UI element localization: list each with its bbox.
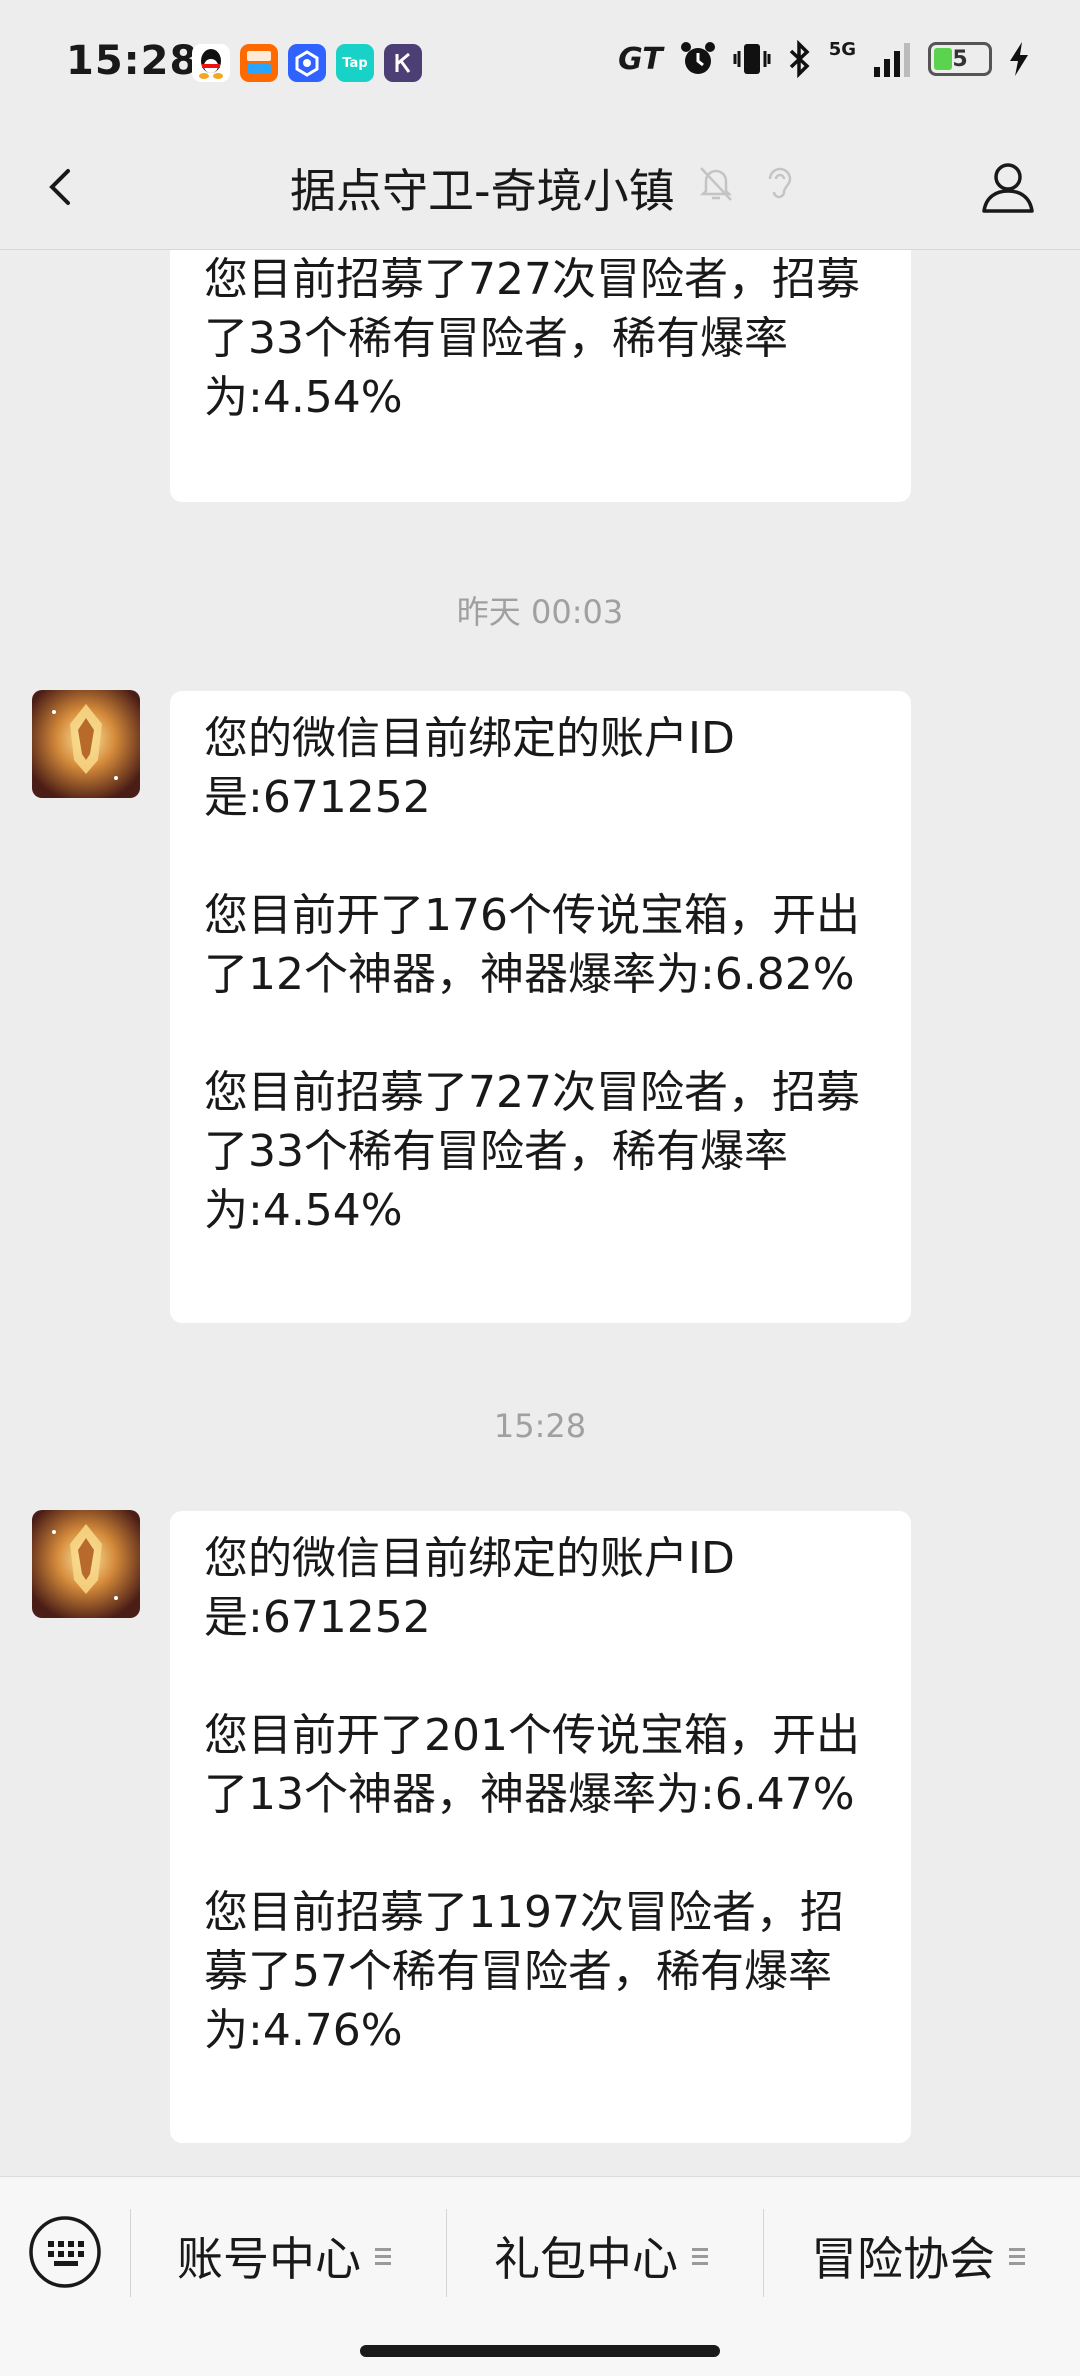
taobao-icon [240,44,278,82]
home-indicator[interactable] [360,2345,720,2357]
qq-icon [192,44,230,82]
message-paragraph: 您目前开了176个传说宝箱，开出了12个神器，神器爆率为:6.82% [204,890,860,1000]
menu-divider [763,2209,764,2297]
message-paragraph: 您目前招募了1197次冒险者，招募了57个稀有冒险者，稀有爆率为:4.76% [204,1887,844,2056]
title-status-icons [696,163,796,203]
menu-label: 礼包中心 [494,2232,678,2286]
message-paragraph: 您目前招募了727次冒险者，招募了33个稀有冒险者，稀有爆率为:4.54% [204,1067,860,1236]
network-type: 5G [828,38,856,60]
battery-level: 5 [952,46,968,72]
message-bubble[interactable]: 您目前招募了727次冒险者，招募了33个稀有冒险者，稀有爆率为:4.54% [170,250,911,502]
bot-avatar[interactable] [32,1510,140,1618]
signal-icon [874,43,910,77]
vibrate-icon [733,44,771,74]
menu-divider [130,2209,131,2297]
status-bar: 15:28 Tap GT 5G 5 [0,0,1080,125]
menu-label: 冒险协会 [811,2232,995,2286]
submenu-icon [375,2247,391,2265]
battery-icon: 5 [928,42,992,76]
mute-bell-icon [699,167,733,201]
menu-account-center[interactable]: 账号中心 [177,2223,391,2289]
chat-area[interactable]: 您目前招募了727次冒险者，招募了33个稀有冒险者，稀有爆率为:4.54% 昨天… [0,250,1080,2176]
submenu-icon [692,2247,708,2265]
taptap-icon: Tap [336,44,374,82]
keyboard-toggle-icon[interactable] [28,2215,102,2289]
alarm-icon [680,42,715,74]
back-icon[interactable] [38,163,86,211]
message-paragraph: 您的微信目前绑定的账户ID是:671252 [204,713,735,823]
menu-label: 账号中心 [177,2232,361,2286]
menu-adventure-guild[interactable]: 冒险协会 [811,2223,1025,2289]
bluetooth-icon [789,40,810,78]
chat-header: 据点守卫-奇境小镇 [0,125,1080,250]
submenu-icon [1009,2247,1025,2265]
app-blue-icon [288,44,326,82]
status-time: 15:28 [66,38,199,84]
notification-app-icons: Tap [192,44,422,82]
message-timestamp: 15:28 [493,1407,587,1445]
bottom-menu-bar: 账号中心 礼包中心 冒险协会 [0,2176,1080,2376]
message-paragraph: 您目前开了201个传说宝箱，开出了13个神器，神器爆率为:6.47% [204,1710,860,1820]
system-icons: GT 5G 5 [618,38,1030,78]
message-bubble[interactable]: 您的微信目前绑定的账户ID是:671252 您目前开了176个传说宝箱，开出了1… [170,691,911,1323]
profile-icon[interactable] [976,155,1040,219]
bot-avatar[interactable] [32,690,140,798]
message-text: 您目前招募了727次冒险者，招募了33个稀有冒险者，稀有爆率为:4.54% [204,254,860,423]
message-bubble[interactable]: 您的微信目前绑定的账户ID是:671252 您目前开了201个传说宝箱，开出了1… [170,1511,911,2143]
menu-divider [446,2209,447,2297]
message-paragraph: 您的微信目前绑定的账户ID是:671252 [204,1533,735,1643]
menu-gift-center[interactable]: 礼包中心 [494,2223,708,2289]
k-app-icon [384,44,422,82]
message-timestamp: 昨天 00:03 [456,593,624,631]
gt-icon: GT [618,41,663,77]
charging-icon [1010,42,1028,76]
chat-title: 据点守卫-奇境小镇 [290,164,675,218]
ear-icon [768,167,792,199]
